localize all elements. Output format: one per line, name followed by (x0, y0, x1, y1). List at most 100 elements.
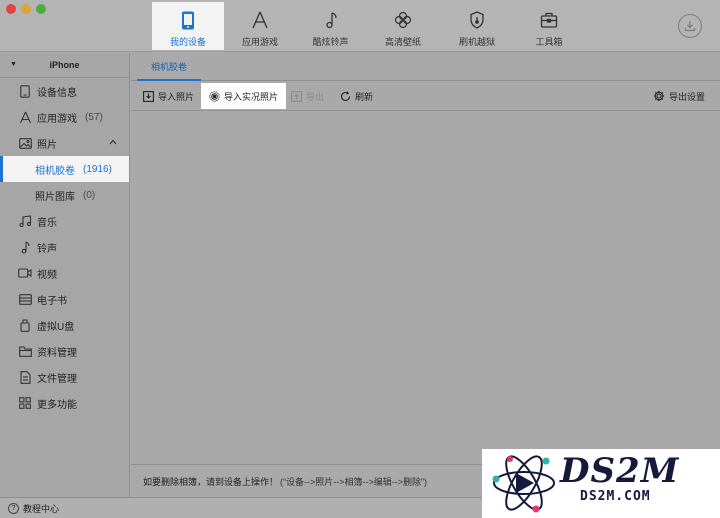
sidebar-item-camera-roll[interactable]: 相机胶卷 (1916) (0, 156, 129, 182)
sidebar-item-label: 照片图库 (35, 191, 75, 203)
import-photos-button[interactable]: 导入照片 (143, 83, 194, 109)
sidebar-item-label: 更多功能 (37, 399, 77, 411)
sidebar-item-label: 照片 (37, 139, 57, 151)
collapse-triangle-icon[interactable]: ▼ (10, 61, 17, 68)
refresh-label: 刷新 (355, 91, 374, 102)
help-icon: ? (8, 503, 19, 514)
sidebar-item-label: 音乐 (37, 217, 57, 229)
sidebar: ▼ iPhone 设备信息 应用游戏 (57) 照片 相机胶卷 (1916) 照… (0, 53, 130, 497)
watermark-logo: DS2M DS2M.COM (482, 449, 720, 518)
export-label: 导出 (306, 91, 325, 102)
grid-icon (18, 396, 32, 410)
sidebar-item-virtual-usb[interactable]: 虚拟U盘 (0, 312, 129, 338)
export-settings-label: 导出设置 (669, 91, 706, 102)
nav-tab-wallpapers[interactable]: 高清壁纸 (365, 2, 441, 50)
chevron-up-icon[interactable] (109, 137, 117, 148)
refresh-icon (340, 91, 351, 101)
file-icon (18, 370, 32, 384)
minimize-window-button[interactable] (21, 4, 31, 14)
sidebar-item-more-features[interactable]: 更多功能 (0, 390, 129, 416)
sidebar-item-label: 铃声 (37, 243, 57, 255)
import-live-photos-label: 导入实况照片 (224, 91, 279, 102)
nav-tab-apps-games[interactable]: 应用游戏 (224, 2, 296, 50)
photo-icon (18, 136, 32, 150)
sidebar-item-label: 电子书 (37, 295, 67, 307)
device-info-icon (18, 84, 32, 98)
sidebar-item-data-management[interactable]: 资料管理 (0, 338, 129, 364)
sidebar-item-label: 文件管理 (37, 373, 77, 385)
tutorial-center-label: 教程中心 (23, 504, 60, 514)
gear-icon (653, 90, 665, 102)
shield-icon (469, 10, 485, 30)
download-manager-button[interactable] (678, 14, 702, 38)
download-icon (684, 21, 696, 32)
sidebar-item-video[interactable]: 视频 (0, 260, 129, 286)
music-note-icon (324, 10, 338, 30)
export-settings-button[interactable]: 导出设置 (653, 83, 705, 109)
export-icon (291, 90, 302, 102)
folder-icon (18, 344, 32, 358)
sidebar-item-ringtones[interactable]: 铃声 (0, 234, 129, 260)
sidebar-item-photos[interactable]: 照片 (0, 130, 129, 156)
video-icon (18, 266, 32, 280)
usb-disk-icon (18, 318, 32, 332)
nav-tab-label: 工具箱 (535, 37, 563, 47)
apps-icon (18, 110, 32, 124)
atom-logo-icon (492, 455, 555, 513)
sidebar-item-label: 相机胶卷 (35, 165, 75, 177)
phone-icon (181, 10, 195, 30)
main-panel: 相机胶卷 导入照片 导入实况照片 导出 刷新 导出设置 如要删除相簿，请到设备上… (131, 53, 720, 497)
window-controls (6, 4, 46, 14)
export-button[interactable]: 导出 (291, 83, 324, 109)
watermark-brand: DS2M (560, 451, 680, 491)
nav-tab-toolbox[interactable]: 工具箱 (513, 2, 585, 50)
app-store-icon (251, 10, 269, 30)
sidebar-item-photo-library[interactable]: 照片图库 (0) (0, 182, 129, 208)
sidebar-item-count: (57) (85, 111, 103, 123)
sidebar-item-label: 设备信息 (37, 87, 77, 99)
nav-tab-label: 高清壁纸 (384, 37, 421, 47)
photo-toolbar: 导入照片 导入实况照片 导出 刷新 导出设置 (131, 81, 720, 111)
footer-note-text: 如要删除相簿，请到设备上操作！ (143, 476, 279, 487)
sidebar-item-label: 虚拟U盘 (37, 321, 75, 333)
sidebar-item-label: 应用游戏 (37, 113, 77, 125)
clover-icon (394, 10, 412, 30)
import-photos-label: 导入照片 (158, 91, 195, 102)
sidebar-item-music[interactable]: 音乐 (0, 208, 129, 234)
sidebar-item-label: 视频 (37, 269, 57, 281)
content-tabs: 相机胶卷 (131, 53, 720, 81)
tab-camera-roll[interactable]: 相机胶卷 (137, 53, 201, 81)
sidebar-item-count: (0) (83, 189, 96, 201)
import-live-photos-button[interactable]: 导入实况照片 (201, 83, 287, 109)
sidebar-item-count: (1916) (83, 163, 112, 175)
nav-tab-ringtones[interactable]: 酷炫铃声 (296, 2, 365, 50)
nav-tab-label: 刷机越狱 (458, 37, 495, 47)
close-window-button[interactable] (6, 4, 16, 14)
footer-note-hint: (“设备-->照片-->相簿-->编辑-->删除”) (280, 476, 428, 487)
nav-tab-label: 应用游戏 (241, 37, 278, 47)
refresh-button[interactable]: 刷新 (340, 83, 373, 109)
device-header[interactable]: ▼ iPhone (0, 53, 129, 78)
device-name: iPhone (49, 60, 80, 70)
toolbox-icon (540, 10, 558, 30)
sidebar-item-ebooks[interactable]: 电子书 (0, 286, 129, 312)
sidebar-item-label: 资料管理 (37, 347, 77, 359)
ringtone-icon (18, 240, 32, 254)
top-toolbar: 我的设备 应用游戏 酷炫铃声 高清壁纸 刷机越狱 工具箱 (0, 0, 720, 52)
import-icon (143, 90, 154, 102)
nav-tab-flash-jailbreak[interactable]: 刷机越狱 (441, 2, 513, 50)
main-nav: 我的设备 应用游戏 酷炫铃声 高清壁纸 刷机越狱 工具箱 (152, 2, 585, 50)
zoom-window-button[interactable] (36, 4, 46, 14)
watermark-domain: DS2M.COM (580, 489, 651, 504)
nav-tab-my-device[interactable]: 我的设备 (152, 2, 224, 50)
sidebar-item-apps[interactable]: 应用游戏 (57) (0, 104, 129, 130)
nav-tab-label: 我的设备 (169, 37, 206, 47)
sidebar-item-file-management[interactable]: 文件管理 (0, 364, 129, 390)
photo-grid-area[interactable] (131, 112, 720, 464)
music-icon (18, 214, 32, 228)
live-photo-icon (209, 90, 220, 102)
tutorial-center-link[interactable]: ? 教程中心 (8, 502, 59, 515)
nav-tab-label: 酷炫铃声 (312, 37, 349, 47)
sidebar-item-device-info[interactable]: 设备信息 (0, 78, 129, 104)
ebook-icon (18, 292, 32, 306)
